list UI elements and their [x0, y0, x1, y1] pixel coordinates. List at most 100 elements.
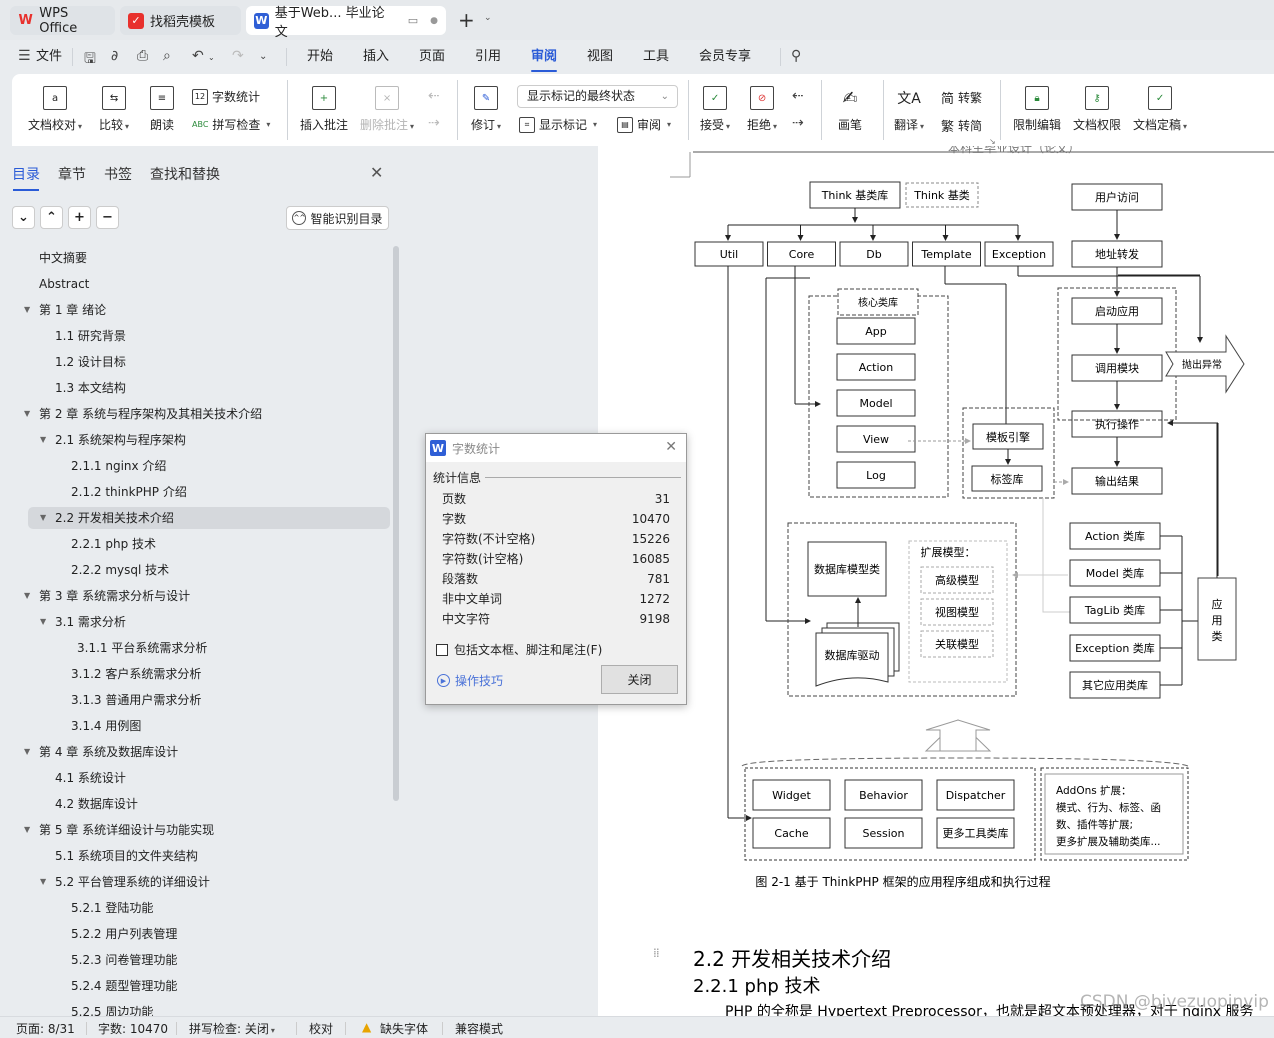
tab-docer[interactable]: ✓ 找稻壳模板	[120, 6, 241, 35]
toc-item[interactable]: 3.1.1 平台系统需求分析	[77, 636, 207, 660]
toc-item[interactable]: ▼ 第 4 章 系统及数据库设计	[24, 740, 178, 764]
sidebar-tab-find-replace[interactable]: 查找和替换	[150, 164, 220, 184]
sidebar-tab-toc[interactable]: 目录	[12, 164, 40, 191]
toc-item[interactable]: ▼ 2.2 开发相关技术介绍	[40, 506, 174, 530]
more-chevron-icon[interactable]: ⌄	[259, 51, 267, 62]
prev-comment-icon[interactable]: ⇠	[428, 88, 440, 104]
toc-item[interactable]: 1.2 设计目标	[55, 350, 126, 374]
toc-item[interactable]: 中文摘要	[39, 246, 87, 270]
menu-insert[interactable]: 插入	[363, 46, 389, 68]
accept-button[interactable]: ✓ 接受 ▾	[700, 86, 730, 133]
undo-chevron-icon[interactable]: ⌄	[208, 53, 215, 62]
toc-item[interactable]: ▼ 第 3 章 系统需求分析与设计	[24, 584, 190, 608]
toc-item[interactable]: ▼ 第 5 章 系统详细设计与功能实现	[24, 818, 214, 842]
sidebar-scrollbar[interactable]	[393, 246, 399, 801]
toc-item[interactable]: 2.2.2 mysql 技术	[71, 558, 169, 582]
next-revision-icon[interactable]: ⇢	[792, 115, 804, 131]
tips-link[interactable]: ▶ 操作技巧	[437, 672, 503, 689]
smart-toc-button[interactable]: ^^ 智能识别目录	[286, 206, 389, 230]
print-preview-icon[interactable]: ⌕	[163, 48, 171, 64]
toc-item[interactable]: ▼ 第 2 章 系统与程序架构及其相关技术介绍	[24, 402, 262, 426]
close-button[interactable]: 关闭	[601, 665, 678, 694]
checkbox-box[interactable]	[436, 643, 448, 656]
compare-button[interactable]: ⇆ 比较 ▾	[99, 86, 129, 133]
expand-triangle-icon[interactable]: ▼	[24, 818, 30, 842]
document-page[interactable]: 本科生毕业设计（论文） Think 基类库 Think 基类 Util Core D…	[598, 146, 1274, 1016]
add-level-button[interactable]: +	[68, 206, 91, 229]
menu-file[interactable]: 文件	[36, 46, 62, 68]
menu-view[interactable]: 视图	[587, 46, 613, 68]
menu-member[interactable]: 会员专享	[699, 46, 751, 68]
toc-item[interactable]: 4.1 系统设计	[55, 766, 126, 790]
tab-list-chevron-icon[interactable]: ⌄	[484, 13, 492, 23]
expand-triangle-icon[interactable]: ▼	[24, 740, 30, 764]
redo-icon[interactable]: ↷	[232, 48, 244, 64]
monitor-icon[interactable]: ▭	[408, 14, 418, 27]
insert-comment-button[interactable]: + 插入批注	[300, 86, 348, 133]
link-icon[interactable]: ∂	[111, 48, 118, 64]
restrict-edit-button[interactable]: 🔒︎ 限制编辑	[1013, 86, 1061, 133]
toc-item[interactable]: ▼ 5.2 平台管理系统的详细设计	[40, 870, 210, 894]
toc-item[interactable]: 4.2 数据库设计	[55, 792, 138, 816]
print-icon[interactable]: ⎙	[137, 48, 148, 64]
prev-revision-icon[interactable]: ⇠	[792, 88, 804, 104]
expand-triangle-icon[interactable]: ▼	[40, 428, 46, 452]
menu-tools[interactable]: 工具	[643, 46, 669, 68]
doc-finalize-button[interactable]: ✓ 文档定稿 ▾	[1133, 86, 1187, 133]
tab-document[interactable]: W 基于Web... 毕业论文 ▭ ●	[246, 6, 446, 40]
expand-triangle-icon[interactable]: ▼	[40, 506, 46, 530]
search-icon[interactable]: ⚲	[791, 48, 801, 64]
status-missing-font[interactable]: 缺失字体	[380, 1020, 428, 1037]
next-comment-icon[interactable]: ⇢	[428, 115, 440, 131]
revise-button[interactable]: ✎ 修订 ▾	[471, 86, 501, 133]
collapse-down-button[interactable]: ⌄	[12, 206, 35, 229]
toc-item[interactable]: 5.2.1 登陆功能	[71, 896, 153, 920]
review-pane-button[interactable]: ▤ 审阅 ▾	[617, 116, 671, 133]
new-tab-plus-icon[interactable]: +	[458, 8, 475, 32]
toc-item[interactable]: 3.1.2 客户系统需求分析	[71, 662, 201, 686]
status-proofread[interactable]: 校对	[309, 1020, 333, 1037]
sidebar-tab-bookmarks[interactable]: 书签	[104, 164, 132, 184]
delete-comment-button[interactable]: × 删除批注 ▾	[360, 86, 414, 133]
doc-check-button[interactable]: a 文档校对 ▾	[28, 86, 82, 133]
undo-icon[interactable]: ↶	[192, 48, 204, 64]
doc-permission-button[interactable]: ⚷ 文档权限	[1073, 86, 1121, 133]
include-textbox-checkbox[interactable]: 包括文本框、脚注和尾注(F)	[436, 641, 602, 658]
toc-item[interactable]: 2.1.2 thinkPHP 介绍	[71, 480, 187, 504]
toc-item[interactable]: 5.2.2 用户列表管理	[71, 922, 177, 946]
menu-page[interactable]: 页面	[419, 46, 445, 68]
toc-item[interactable]: ▼ 3.1 需求分析	[40, 610, 126, 634]
toc-item[interactable]: 5.2.4 题型管理功能	[71, 974, 177, 998]
toc-item[interactable]: 1.3 本文结构	[55, 376, 126, 400]
collapse-up-button[interactable]: ⌃	[40, 206, 63, 229]
close-icon[interactable]: ✕	[370, 163, 383, 182]
dialog-close-icon[interactable]: ✕	[665, 439, 677, 455]
sidebar-tab-chapters[interactable]: 章节	[58, 164, 86, 184]
status-word-count[interactable]: 字数: 10470	[98, 1020, 168, 1037]
dialog-launcher-icon[interactable]: ↘	[989, 137, 996, 146]
toc-item[interactable]: 2.1.1 nginx 介绍	[71, 454, 166, 478]
menu-reference[interactable]: 引用	[475, 46, 501, 68]
expand-triangle-icon[interactable]: ▼	[24, 298, 30, 322]
reject-button[interactable]: ⊘ 拒绝 ▾	[747, 86, 777, 133]
to-simplified-button[interactable]: 繁 转简	[941, 116, 982, 135]
read-aloud-button[interactable]: ≡ 朗读	[150, 86, 174, 133]
menu-review[interactable]: 审阅	[531, 46, 558, 72]
toc-item[interactable]: ▼ 第 1 章 绪论	[24, 298, 106, 322]
show-markup-button[interactable]: ⌗ 显示标记 ▾	[519, 116, 597, 133]
expand-triangle-icon[interactable]: ▼	[24, 584, 30, 608]
status-page[interactable]: 页面: 8/31	[16, 1020, 75, 1037]
save-icon[interactable]: 🖫	[84, 48, 96, 72]
hamburger-icon[interactable]: ☰	[18, 48, 31, 64]
dialog-title-bar[interactable]: W 字数统计	[426, 434, 686, 462]
word-count-button[interactable]: 12 字数统计	[192, 88, 260, 105]
spell-check-button[interactable]: ABC 拼写检查 ▾	[192, 116, 270, 133]
toc-item[interactable]: Abstract	[39, 272, 89, 296]
toc-item[interactable]: 3.1.3 普通用户需求分析	[71, 688, 201, 712]
translate-button[interactable]: 文A 翻译 ▾	[894, 86, 924, 133]
expand-triangle-icon[interactable]: ▼	[40, 870, 46, 894]
expand-triangle-icon[interactable]: ▼	[40, 610, 46, 634]
status-spell-check[interactable]: 拼写检查: 关闭 ▾	[189, 1020, 275, 1037]
toc-item[interactable]: ▼ 2.1 系统架构与程序架构	[40, 428, 186, 452]
to-traditional-button[interactable]: 简 转繁	[941, 88, 982, 107]
